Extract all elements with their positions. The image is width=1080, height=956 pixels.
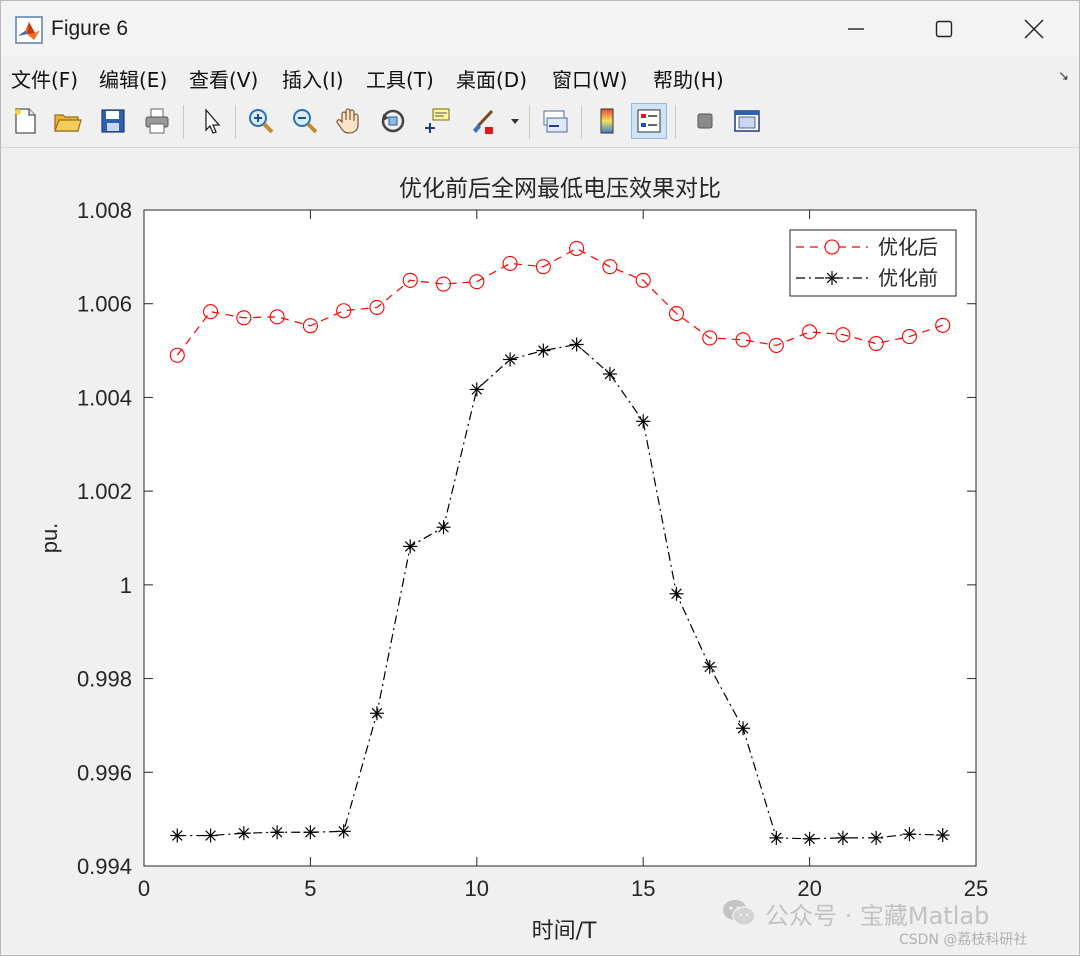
show-plot-tools-icon bbox=[734, 110, 760, 132]
menu-edit[interactable]: 编辑(E) bbox=[99, 64, 167, 93]
rotate-3d-icon bbox=[381, 109, 405, 133]
legend-icon bbox=[637, 109, 661, 133]
y-tick-label: 0.994 bbox=[77, 854, 132, 879]
title-bar: Figure 6 bbox=[1, 1, 1079, 57]
rotate-3d-button[interactable] bbox=[375, 103, 411, 139]
new-figure-icon bbox=[15, 108, 36, 134]
zoom-in-button[interactable] bbox=[243, 103, 279, 139]
zoom-in-icon bbox=[249, 109, 274, 134]
legend-marker bbox=[825, 271, 839, 285]
menu-window[interactable]: 窗口(W) bbox=[552, 64, 627, 93]
y-tick-label: 1.008 bbox=[77, 198, 132, 223]
window-title: Figure 6 bbox=[51, 17, 129, 40]
menu-help[interactable]: 帮助(H) bbox=[653, 64, 724, 93]
x-tick-label: 10 bbox=[465, 876, 489, 901]
maximize-button[interactable] bbox=[899, 1, 989, 57]
csdn-credit: CSDN @荔枝科研社 bbox=[899, 932, 1028, 948]
matlab-logo-icon bbox=[15, 16, 43, 44]
zoom-out-button[interactable] bbox=[287, 103, 323, 139]
toolbar-separator bbox=[235, 105, 236, 139]
close-button[interactable] bbox=[989, 1, 1079, 57]
minimize-button[interactable] bbox=[811, 1, 901, 57]
menu-bar: 文件(F) 编辑(E) 查看(V) 插入(I) 工具(T) 桌面(D) 窗口(W… bbox=[1, 57, 1079, 97]
link-plot-button[interactable] bbox=[537, 103, 573, 139]
legend-label: 优化前 bbox=[878, 266, 938, 290]
toolbar-separator bbox=[675, 105, 676, 139]
zoom-out-icon bbox=[293, 109, 318, 134]
toolbar-separator bbox=[183, 105, 184, 139]
pan-hand-icon bbox=[336, 108, 359, 134]
brush-dropdown-button[interactable] bbox=[505, 103, 525, 139]
edit-plot-button[interactable] bbox=[193, 103, 229, 139]
y-tick-label: 0.996 bbox=[77, 760, 132, 785]
menu-file[interactable]: 文件(F) bbox=[11, 64, 78, 93]
link-plot-icon bbox=[543, 110, 568, 133]
menu-insert[interactable]: 插入(I) bbox=[282, 64, 344, 93]
brush-icon bbox=[473, 109, 494, 134]
toolbar-separator bbox=[529, 105, 530, 139]
y-tick-label: 0.998 bbox=[77, 667, 132, 692]
data-cursor-icon bbox=[425, 108, 450, 133]
menu-desktop[interactable]: 桌面(D) bbox=[456, 64, 527, 93]
wechat-icon bbox=[723, 900, 756, 926]
legend-label: 优化后 bbox=[878, 235, 938, 259]
colorbar-icon bbox=[600, 108, 614, 134]
plot-area bbox=[144, 210, 976, 866]
chart-title: 优化前后全网最低电压效果对比 bbox=[399, 176, 721, 202]
maximize-icon bbox=[935, 20, 953, 38]
menu-tools[interactable]: 工具(T) bbox=[366, 64, 434, 93]
print-icon bbox=[145, 108, 169, 134]
legend-button[interactable] bbox=[631, 103, 667, 139]
figure-toolbar bbox=[1, 97, 1079, 148]
y-tick-label: 1.004 bbox=[77, 385, 132, 410]
print-button[interactable] bbox=[139, 103, 175, 139]
watermark-text: 公众号 · 宝藏Matlab bbox=[765, 901, 990, 930]
data-point bbox=[469, 382, 484, 397]
x-axis-label: 时间/T bbox=[532, 919, 597, 944]
new-figure-button[interactable] bbox=[7, 103, 43, 139]
figure-window: Figure 6 文件(F) 编辑(E) 查看(V) 插入(I) 工具(T) 桌… bbox=[0, 0, 1080, 956]
x-tick-label: 15 bbox=[631, 876, 655, 901]
save-icon bbox=[101, 109, 125, 133]
line-chart: 优化前后全网最低电压效果对比0 5 10 15 20 250.9940.9960.9981… bbox=[37, 176, 988, 944]
y-tick-label: 1.002 bbox=[77, 479, 132, 504]
menu-view[interactable]: 查看(V) bbox=[189, 64, 258, 93]
y-axis-label: pu. bbox=[37, 523, 62, 554]
watermark: 公众号 · 宝藏Matlab bbox=[721, 893, 989, 933]
data-point bbox=[902, 827, 917, 842]
brush-dropdown-icon bbox=[511, 119, 519, 124]
open-file-icon bbox=[54, 114, 82, 132]
x-tick-label: 0 bbox=[138, 876, 150, 901]
save-button[interactable] bbox=[95, 103, 131, 139]
x-tick-label: 5 bbox=[304, 876, 316, 901]
brush-button[interactable] bbox=[465, 103, 501, 139]
minimize-icon bbox=[848, 28, 864, 30]
legend-marker bbox=[824, 239, 840, 255]
figure-canvas: 优化前后全网最低电压效果对比 0 5 10 15 20 25 0.994 0.996 0.998 1… bbox=[1, 148, 1079, 955]
undock-arrow-icon[interactable]: ↘ bbox=[1058, 69, 1069, 84]
toolbar-separator bbox=[581, 105, 582, 139]
hide-plot-tools-icon bbox=[697, 113, 713, 129]
pan-button[interactable] bbox=[331, 103, 367, 139]
y-tick-label: 1.006 bbox=[77, 292, 132, 317]
close-icon bbox=[1024, 19, 1044, 39]
edit-plot-arrow-icon bbox=[205, 108, 221, 134]
y-tick-label: 1 bbox=[120, 573, 132, 598]
show-plot-tools-button[interactable] bbox=[729, 103, 765, 139]
hide-plot-tools-button[interactable] bbox=[687, 103, 723, 139]
colorbar-button[interactable] bbox=[589, 103, 625, 139]
data-cursor-button[interactable] bbox=[419, 103, 455, 139]
open-file-button[interactable] bbox=[49, 103, 85, 139]
